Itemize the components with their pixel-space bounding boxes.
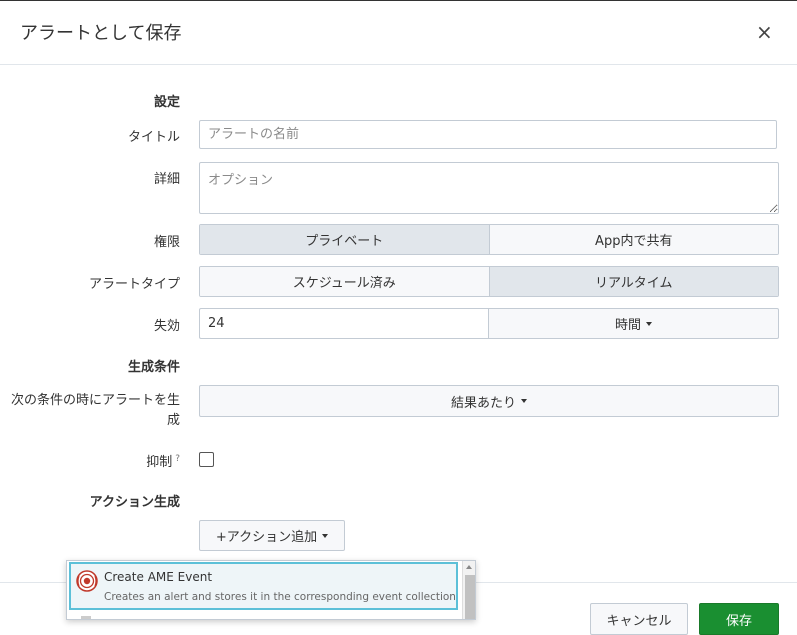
caret-down-icon xyxy=(322,533,329,538)
description-label: 詳細 xyxy=(153,172,180,187)
throttle-checkbox[interactable] xyxy=(199,452,214,467)
trigger-alert-when-dropdown[interactable]: 結果あたり xyxy=(199,385,779,417)
throttle-label-text: 抑制 xyxy=(146,455,173,470)
alert-type-realtime-option[interactable]: リアルタイム xyxy=(488,267,778,296)
add-actions-label: +アクション追加 xyxy=(215,530,318,545)
action-item-description: Creates an alert and stores it in the co… xyxy=(104,591,456,603)
save-button[interactable]: 保存 xyxy=(699,603,779,635)
alert-type-toggle: スケジュール済み リアルタイム xyxy=(199,266,779,297)
help-icon[interactable]: ? xyxy=(175,454,180,464)
scroll-up-icon[interactable] xyxy=(466,565,472,569)
close-icon[interactable]: × xyxy=(756,22,773,42)
title-label: タイトル xyxy=(127,130,180,145)
throttle-label: 抑制? xyxy=(0,451,180,470)
expires-input[interactable] xyxy=(199,308,489,339)
permission-private-option[interactable]: プライベート xyxy=(200,225,489,254)
menu-scrollbar[interactable] xyxy=(462,561,475,619)
expires-unit-dropdown[interactable]: 時間 xyxy=(488,308,779,339)
expires-label: 失効 xyxy=(153,319,180,334)
title-input[interactable] xyxy=(199,120,777,149)
section-trigger-conditions: 生成条件 xyxy=(127,360,180,375)
cancel-button[interactable]: キャンセル xyxy=(590,603,688,635)
expires-unit-value: 時間 xyxy=(614,318,641,333)
trigger-alert-when-label: 次の条件の時にアラートを生成 xyxy=(10,393,180,428)
alert-type-scheduled-option[interactable]: スケジュール済み xyxy=(200,267,489,296)
permissions-label: 権限 xyxy=(153,235,180,250)
scrollbar-thumb[interactable] xyxy=(465,575,475,619)
permissions-toggle: プライベート App内で共有 xyxy=(199,224,779,255)
dialog-title: アラートとして保存 xyxy=(20,23,182,44)
trigger-alert-when-value: 結果あたり xyxy=(450,395,516,411)
description-textarea[interactable] xyxy=(199,162,779,214)
section-trigger-actions: アクション生成 xyxy=(89,495,180,510)
add-actions-menu: Create AME Event Creates an alert and st… xyxy=(66,560,476,620)
section-settings: 設定 xyxy=(153,95,180,110)
permission-shared-in-app-option[interactable]: App内で共有 xyxy=(488,225,778,254)
save-as-alert-dialog: アラートとして保存 × 設定 タイトル 詳細 権限 プライベート App内で共有… xyxy=(0,0,797,635)
caret-down-icon xyxy=(646,321,652,326)
action-item-title: Create AME Event xyxy=(104,570,213,584)
alert-type-label: アラートタイプ xyxy=(88,277,180,292)
action-item-create-ame-event[interactable]: Create AME Event Creates an alert and st… xyxy=(69,562,458,610)
dialog-header: アラートとして保存 × xyxy=(0,1,797,65)
add-actions-button[interactable]: +アクション追加 xyxy=(199,520,345,551)
caret-down-icon xyxy=(521,399,527,403)
ame-alarm-icon xyxy=(76,570,98,592)
